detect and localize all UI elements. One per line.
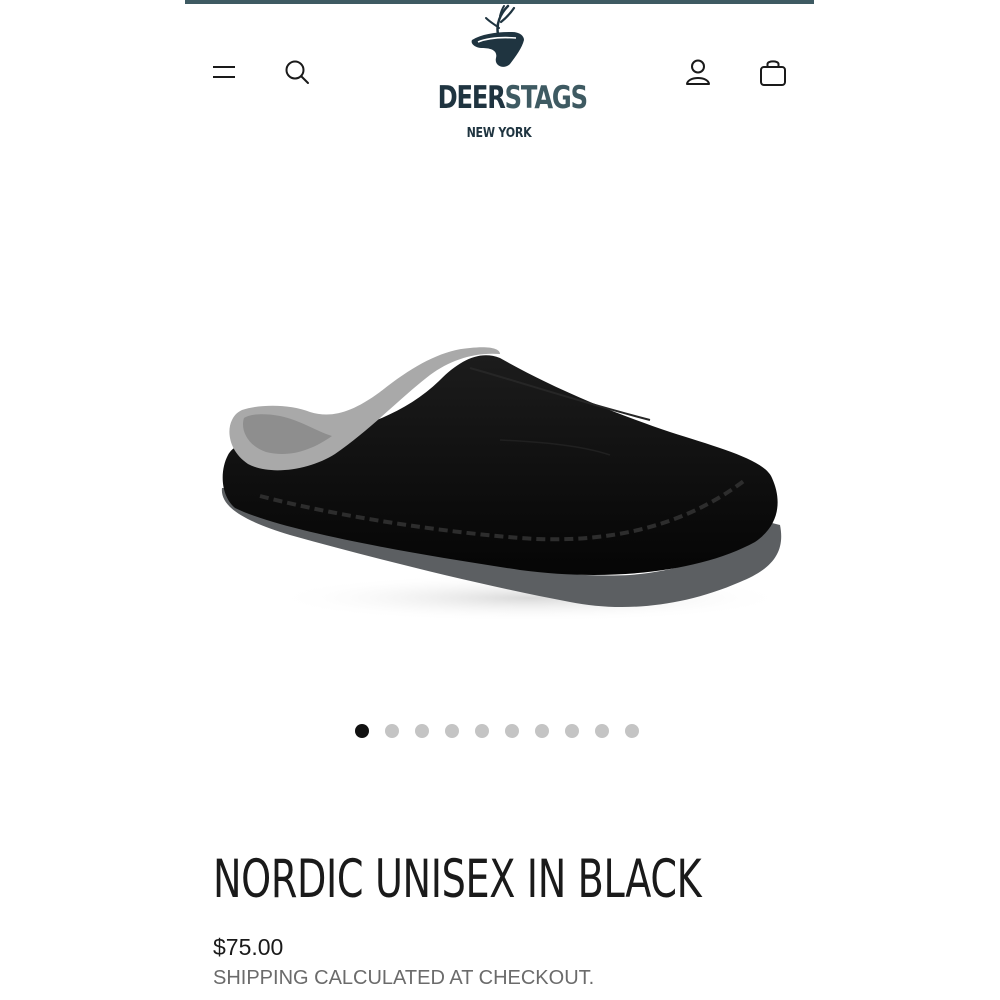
carousel-dot[interactable]	[505, 724, 519, 738]
carousel-dot[interactable]	[595, 724, 609, 738]
user-icon	[686, 59, 710, 85]
product-title: NORDIC UNISEX IN BLACK	[213, 849, 702, 910]
product-price: $75.00	[213, 934, 284, 960]
carousel-dot[interactable]	[535, 724, 549, 738]
shipping-note: SHIPPING CALCULATED AT CHECKOUT.	[213, 967, 595, 989]
carousel-dot[interactable]	[445, 724, 459, 738]
menu-button[interactable]	[204, 52, 244, 92]
cart-button[interactable]	[753, 52, 793, 92]
carousel-dot[interactable]	[355, 724, 369, 738]
carousel-dot[interactable]	[385, 724, 399, 738]
carousel-dot[interactable]	[565, 724, 579, 738]
search-button[interactable]	[277, 52, 317, 92]
search-icon	[285, 60, 309, 84]
account-button[interactable]	[678, 52, 718, 92]
shopping-bag-icon	[760, 60, 786, 86]
carousel-dot[interactable]	[415, 724, 429, 738]
logo-wordmark: DEERSTAGS	[437, 80, 588, 116]
carousel-dot[interactable]	[475, 724, 489, 738]
carousel-dots	[355, 724, 639, 738]
brand-logo[interactable]: DEERSTAGS NEW YORK	[420, 4, 588, 144]
logo-subtitle: NEW YORK	[466, 126, 532, 141]
product-page: DEERSTAGS NEW YORK NORDIC UNISEX IN BLAC…	[0, 0, 1000, 1000]
deer-head-logo-icon	[471, 4, 524, 67]
hamburger-menu-icon	[213, 66, 235, 78]
product-image[interactable]	[200, 320, 800, 640]
carousel-dot[interactable]	[625, 724, 639, 738]
